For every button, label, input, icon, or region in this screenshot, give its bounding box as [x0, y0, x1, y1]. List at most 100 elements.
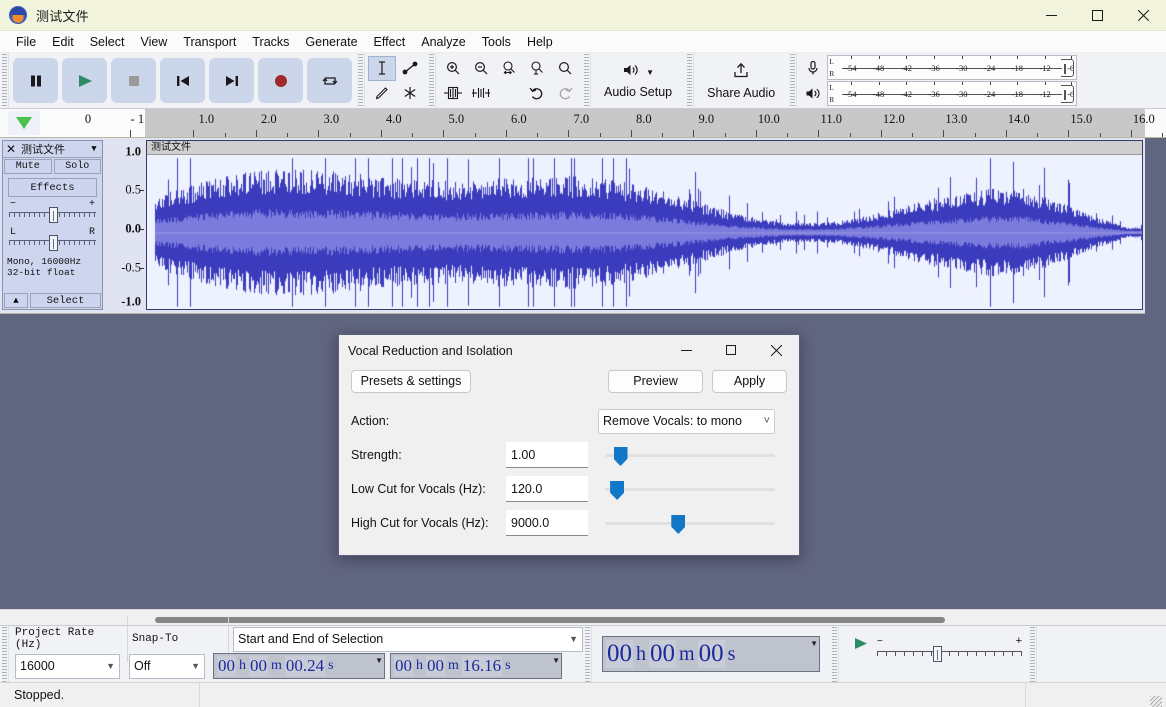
menu-file[interactable]: File — [8, 33, 44, 51]
action-dropdown[interactable]: Remove Vocals: to mono ˅ — [598, 408, 775, 434]
redo-button[interactable] — [551, 80, 579, 106]
preview-button[interactable]: Preview — [608, 369, 703, 393]
high-cut-input[interactable]: 9000.0 — [506, 510, 588, 536]
pan-slider-thumb[interactable] — [49, 235, 58, 251]
time-toolbar-grip[interactable] — [583, 626, 592, 682]
track-mute-button[interactable]: Mute — [4, 159, 52, 174]
menu-select[interactable]: Select — [82, 33, 133, 51]
track-select-button[interactable]: Select — [30, 293, 101, 308]
speaker-icon[interactable] — [799, 81, 828, 106]
tools-toolbar-grip[interactable] — [356, 53, 365, 108]
loop-button[interactable] — [307, 58, 352, 103]
menu-generate[interactable]: Generate — [297, 33, 365, 51]
chevron-down-icon[interactable]: ▼ — [810, 639, 818, 648]
multi-tool[interactable] — [396, 80, 424, 106]
play-at-speed-button[interactable] — [843, 630, 877, 656]
high-cut-slider[interactable] — [605, 510, 775, 536]
selection-mode-dropdown[interactable]: Start and End of Selection ▼ — [233, 626, 583, 652]
track-pan-slider[interactable]: L R — [9, 227, 96, 254]
track-vertical-ruler[interactable]: 1.0 0.5 0.0 -0.5 -1.0 — [104, 140, 144, 310]
selection-end-seconds: 16.16 — [461, 656, 503, 676]
undo-button[interactable] — [523, 80, 551, 106]
audio-clip[interactable]: 测试文件 — [146, 140, 1143, 310]
timeline-scale[interactable]: 1.0 2.0 3.0 4.0 5.0 6.0 7.0 8.0 9.0 10.0 11.0 12.0 1… — [145, 109, 1163, 137]
horizontal-scrollbar-thumb[interactable] — [155, 617, 945, 623]
play-speed-slider-thumb[interactable] — [933, 646, 942, 662]
share-audio-toolbar-grip[interactable] — [685, 53, 695, 108]
menu-view[interactable]: View — [132, 33, 175, 51]
pinned-play-head-button[interactable] — [8, 111, 40, 135]
menu-help[interactable]: Help — [519, 33, 561, 51]
edit-toolbar-grip[interactable] — [427, 53, 436, 108]
menu-transport[interactable]: Transport — [175, 33, 244, 51]
chevron-down-icon[interactable]: ▼ — [375, 656, 383, 665]
microphone-icon[interactable] — [799, 55, 828, 80]
share-audio-button[interactable]: Share Audio — [697, 54, 786, 107]
strength-slider-thumb[interactable] — [613, 447, 628, 466]
timeline-ruler[interactable]: 0 - 1.0 0.0 1.02.03.04.05.06.07.08.09.01… — [0, 109, 1166, 138]
play-speed-toolbar-grip[interactable] — [830, 626, 839, 682]
strength-input[interactable]: 1.00 — [506, 442, 588, 468]
stop-button[interactable] — [111, 58, 156, 103]
menu-effect[interactable]: Effect — [366, 33, 414, 51]
chevron-down-icon[interactable]: ▼ — [552, 656, 560, 665]
snap-to-dropdown[interactable]: Off ▼ — [129, 653, 205, 679]
dialog-maximize-button[interactable] — [709, 335, 754, 366]
selection-toolbar-grip[interactable] — [0, 626, 9, 682]
track-effects-button[interactable]: Effects — [8, 178, 97, 197]
record-button[interactable] — [258, 58, 303, 103]
chevron-down-icon[interactable]: ▼ — [86, 144, 102, 154]
extra-toolbar-grip[interactable] — [1028, 626, 1037, 682]
menu-analyze[interactable]: Analyze — [413, 33, 473, 51]
meter-toolbar-grip[interactable] — [788, 53, 798, 108]
audio-setup-button[interactable]: ▼ Audio Setup — [594, 54, 683, 107]
strength-slider[interactable] — [605, 442, 775, 468]
transport-toolbar-grip[interactable] — [0, 53, 9, 108]
high-cut-slider-thumb[interactable] — [671, 515, 686, 534]
skip-to-start-button[interactable] — [160, 58, 205, 103]
track-solo-button[interactable]: Solo — [53, 159, 101, 174]
menu-edit[interactable]: Edit — [44, 33, 82, 51]
waveform-canvas[interactable] — [147, 156, 1142, 309]
trim-audio-button[interactable] — [439, 80, 467, 106]
apply-button[interactable]: Apply — [712, 369, 787, 393]
resize-grip-icon[interactable] — [1150, 695, 1162, 707]
fit-project-button[interactable] — [523, 55, 551, 81]
zoom-toggle-button[interactable] — [551, 55, 579, 81]
playback-meter[interactable]: L R -54 -48 -42 -36 -30 -24 -18 -12 -6 — [827, 81, 1078, 106]
clip-title: 测试文件 — [147, 141, 1142, 155]
selection-tool[interactable] — [368, 55, 396, 81]
play-speed-slider[interactable]: − + — [877, 635, 1022, 662]
dialog-minimize-button[interactable] — [664, 335, 709, 366]
menu-tools[interactable]: Tools — [474, 33, 519, 51]
audio-position-time[interactable]: 00 h 00 m 00 s ▼ — [602, 636, 820, 672]
envelope-tool[interactable] — [396, 55, 424, 81]
track-gain-slider[interactable]: − + — [9, 199, 96, 226]
zoom-out-button[interactable] — [467, 55, 495, 81]
zoom-in-button[interactable] — [439, 55, 467, 81]
window-close-button[interactable] — [1120, 0, 1166, 31]
recording-meter[interactable]: L R -54 -48 -42 -36 -30 -24 -18 -12 -6 — [827, 55, 1078, 80]
low-cut-slider[interactable] — [605, 476, 775, 502]
selection-start-time[interactable]: 00 h 00 m 00.24 s ▼ — [213, 653, 385, 679]
fit-selection-button[interactable] — [495, 55, 523, 81]
project-rate-dropdown[interactable]: 16000 ▼ — [15, 653, 120, 679]
window-minimize-button[interactable] — [1028, 0, 1074, 31]
triangle-up-icon[interactable]: ▲ — [4, 293, 28, 308]
pause-button[interactable] — [13, 58, 58, 103]
low-cut-slider-thumb[interactable] — [610, 481, 625, 500]
selection-end-time[interactable]: 00 h 00 m 16.16 s ▼ — [390, 653, 562, 679]
draw-tool[interactable] — [368, 80, 396, 106]
gain-slider-thumb[interactable] — [49, 207, 58, 223]
menu-tracks[interactable]: Tracks — [244, 33, 297, 51]
audio-setup-toolbar-grip[interactable] — [582, 53, 591, 108]
low-cut-input[interactable]: 120.0 — [506, 476, 588, 502]
play-button[interactable] — [62, 58, 107, 103]
presets-and-settings-button[interactable]: Presets & settings — [351, 369, 471, 393]
window-maximize-button[interactable] — [1074, 0, 1120, 31]
dialog-close-button[interactable] — [754, 335, 799, 366]
silence-audio-button[interactable] — [467, 80, 495, 106]
skip-to-end-button[interactable] — [209, 58, 254, 103]
track-close-button[interactable]: ✕ — [3, 142, 19, 156]
vertical-scrollbar-area[interactable] — [1145, 138, 1166, 609]
